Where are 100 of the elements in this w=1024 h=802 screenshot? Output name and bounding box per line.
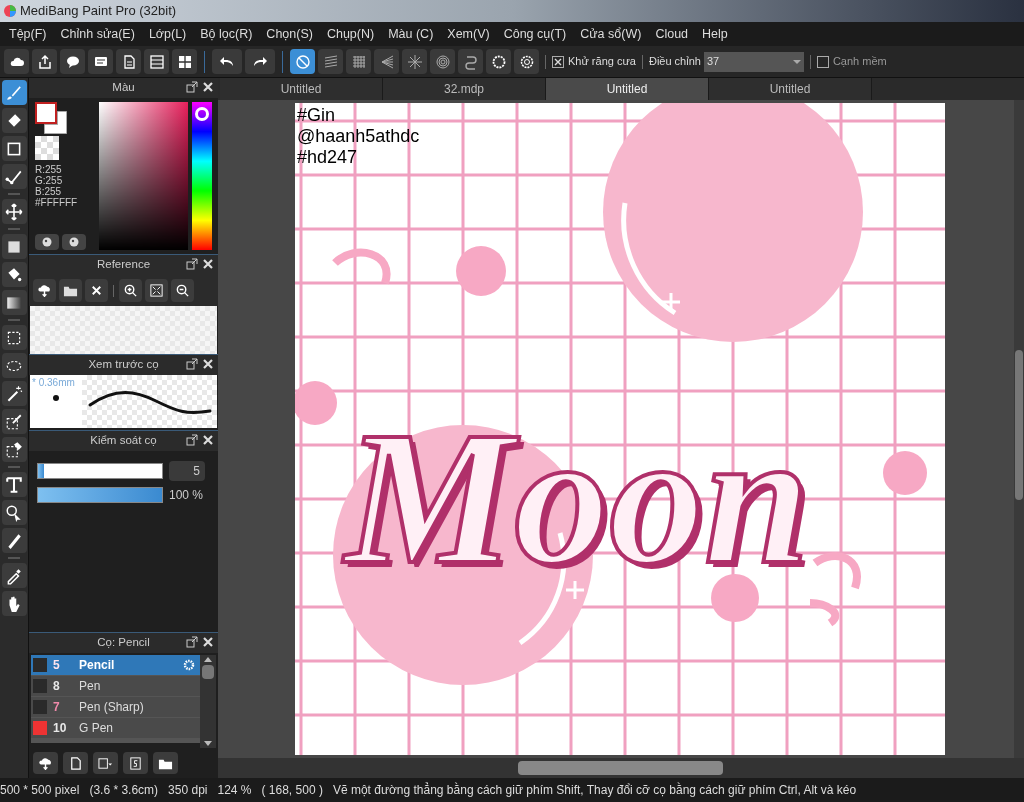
opacity-value: 100 % <box>169 487 204 504</box>
tool-button[interactable] <box>1 409 27 434</box>
tool-button[interactable] <box>1 262 27 287</box>
palette-button[interactable] <box>35 234 59 250</box>
color-value: R:255 <box>35 164 63 175</box>
menu-item[interactable]: Xem(V) <box>440 24 497 44</box>
menu-item[interactable]: Công cụ(T) <box>496 24 574 44</box>
fit-screen-icon <box>149 283 164 298</box>
upload-cloud-button[interactable] <box>33 752 58 774</box>
zoom-in-button[interactable] <box>119 279 142 302</box>
brush-list-item[interactable]: 5 Pencil <box>31 655 200 675</box>
folder-button[interactable] <box>153 752 178 774</box>
ruler-button[interactable] <box>402 49 427 74</box>
list-scrollbar[interactable] <box>200 655 216 748</box>
checkbox[interactable] <box>552 55 564 68</box>
new-document-button[interactable] <box>63 752 88 774</box>
menu-item[interactable]: Lớp(L) <box>141 24 194 44</box>
redo-button[interactable] <box>245 49 275 74</box>
brush-name: Pen (Sharp) <box>79 699 144 716</box>
menu-item[interactable]: Tệp(F) <box>2 24 54 44</box>
folder-button[interactable] <box>59 279 82 302</box>
status-text: Vẽ một đường thẳng bằng cách giữ phím Shift, Thay đổi cỡ cọ bằng cách giữ phím Ctrl, Alt và kéo <box>332 781 857 799</box>
menu-item[interactable]: Chụp(N) <box>319 24 382 44</box>
ruler-button[interactable] <box>374 49 399 74</box>
pointer-icon <box>5 503 23 522</box>
menu-item[interactable]: Màu (C) <box>381 24 441 44</box>
menu-item[interactable]: Chọn(S) <box>259 24 320 44</box>
brush-number: 8 <box>53 678 61 695</box>
tool-button[interactable] <box>1 325 27 350</box>
document-tab[interactable]: 32.mdp <box>383 78 546 100</box>
checkbox[interactable] <box>816 55 829 68</box>
fit-screen-button[interactable] <box>145 279 168 302</box>
document-button[interactable] <box>116 49 141 74</box>
tool-button[interactable] <box>1 164 27 189</box>
saturation-value-picker[interactable] <box>98 102 189 250</box>
undo-button[interactable] <box>212 49 242 74</box>
tool-button[interactable] <box>1 381 27 406</box>
gear-icon <box>183 659 195 671</box>
tool-button[interactable] <box>1 80 27 105</box>
tool-button[interactable] <box>1 136 27 161</box>
zoom-out-button[interactable] <box>171 279 194 302</box>
tool-button[interactable] <box>1 563 27 588</box>
tool-button[interactable] <box>1 234 27 259</box>
undock-icon <box>186 636 198 648</box>
tool-button[interactable] <box>1 108 27 133</box>
undock-icon <box>186 358 198 370</box>
gear-icon <box>518 53 535 70</box>
panel-layout-button[interactable] <box>172 49 197 74</box>
eyedropper-icon <box>5 566 23 585</box>
menu-item[interactable]: Chỉnh sửa(E) <box>53 24 142 44</box>
script-document-button[interactable] <box>123 752 148 774</box>
color-value: #FFFFFF <box>35 197 79 208</box>
ruler-button[interactable] <box>318 49 343 74</box>
transparent-color-swatch[interactable] <box>35 136 59 160</box>
tool-button[interactable] <box>1 472 27 497</box>
ruler-button[interactable] <box>290 49 315 74</box>
menu-item[interactable]: Help <box>695 24 735 44</box>
list-button[interactable] <box>144 49 169 74</box>
slider[interactable] <box>37 463 163 479</box>
brush-list-item[interactable]: 8 Pen <box>31 676 200 696</box>
share-button[interactable] <box>32 49 57 74</box>
menu-item[interactable]: Cloud <box>648 24 696 44</box>
share-icon <box>36 53 53 70</box>
adjust-dropdown[interactable]: 37 <box>703 51 804 72</box>
document-tab[interactable]: Untitled <box>220 78 383 100</box>
upload-cloud-button[interactable] <box>33 279 56 302</box>
horizontal-scrollbar[interactable] <box>218 758 1024 778</box>
zoom-in-icon <box>123 283 138 298</box>
tool-button[interactable] <box>1 437 27 462</box>
document-tab[interactable]: Untitled <box>709 78 872 100</box>
brush-number: 5 <box>53 657 61 674</box>
tool-button[interactable] <box>1 353 27 378</box>
close-icon <box>202 636 214 648</box>
vertical-scrollbar[interactable] <box>1014 100 1024 758</box>
tool-button[interactable] <box>1 528 27 553</box>
ruler-button[interactable] <box>514 49 539 74</box>
menu-item[interactable]: Bộ lọc(R) <box>193 24 260 44</box>
close-button[interactable] <box>85 279 108 302</box>
ruler-button[interactable] <box>486 49 511 74</box>
speech-bubble-button[interactable] <box>60 49 85 74</box>
cloud-button[interactable] <box>4 49 29 74</box>
copy-dropdown-button[interactable] <box>93 752 118 774</box>
tool-button[interactable] <box>1 500 27 525</box>
menu-item[interactable]: Cửa sổ(W) <box>573 24 649 44</box>
brush-list-item[interactable]: 7 Pen (Sharp) <box>31 697 200 717</box>
copy-dropdown-icon <box>98 755 113 771</box>
hue-marker[interactable] <box>195 107 210 122</box>
select-pen-icon <box>5 412 23 431</box>
brush-size-field[interactable]: 5 <box>169 461 205 481</box>
background-color-swatch[interactable] <box>44 111 67 134</box>
status-text: 500 * 500 pixel <box>0 782 80 799</box>
tool-button[interactable] <box>1 199 27 224</box>
slider[interactable] <box>37 487 163 503</box>
tool-button[interactable] <box>1 290 27 315</box>
ruler-button[interactable] <box>458 49 483 74</box>
brush-list-item[interactable]: 10 G Pen <box>31 718 200 738</box>
document-tab[interactable]: Untitled <box>546 78 709 100</box>
tool-button[interactable] <box>1 591 27 616</box>
comment-button[interactable] <box>88 49 113 74</box>
foreground-color-swatch[interactable] <box>35 102 57 124</box>
